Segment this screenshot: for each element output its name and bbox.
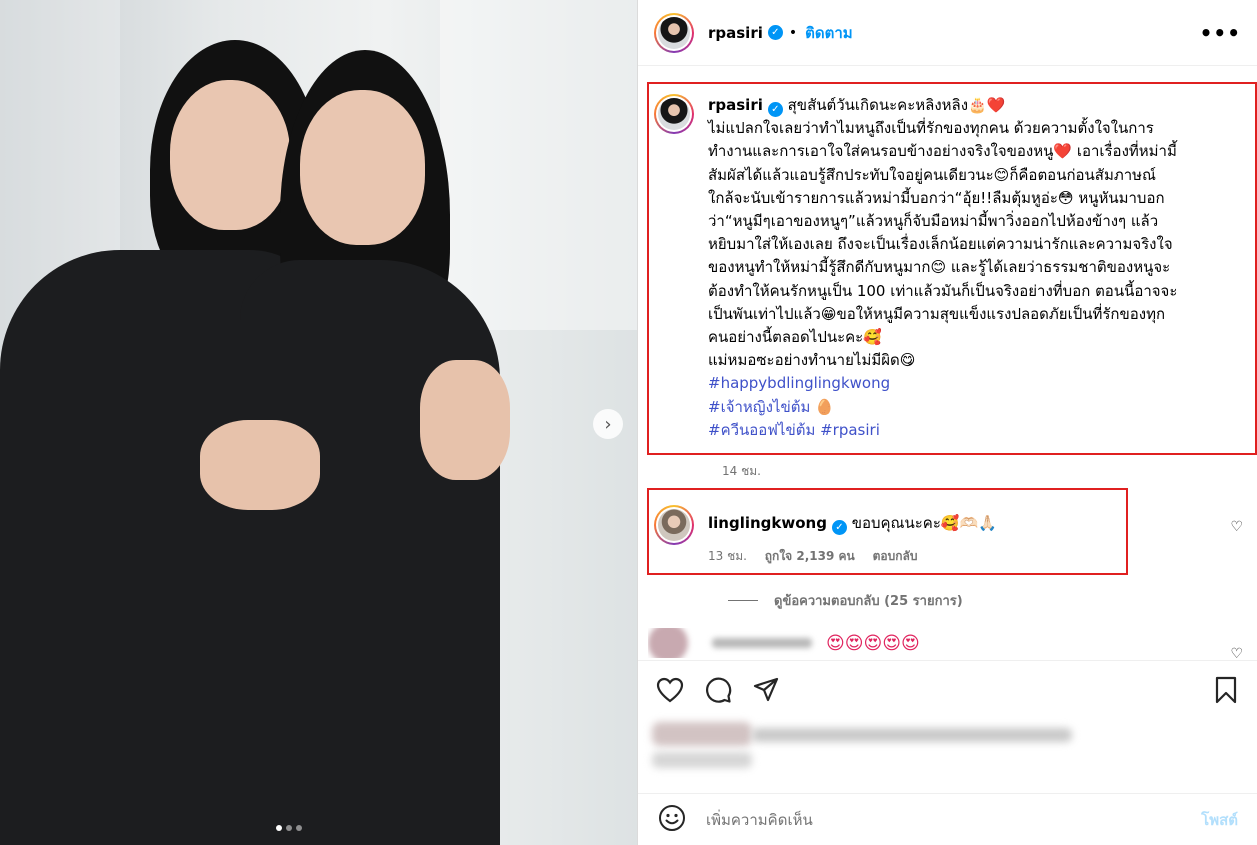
commenter-username[interactable]: linglingkwong: [708, 514, 827, 532]
comment-icon: [706, 677, 732, 703]
hashtag-link[interactable]: #ควีนออฟไข่ต้ม #rpasiri: [708, 419, 1218, 442]
commenter-avatar[interactable]: [654, 505, 694, 545]
caption-line: ต้องทำให้คนรักหนูเป็น 100 เท่าแล้วมันก็เ…: [708, 281, 1178, 300]
verified-badge-icon: ✓: [767, 25, 783, 40]
photo-figure: [170, 80, 290, 230]
comment-time[interactable]: 13 ชม.: [708, 549, 747, 563]
blurred-username: [712, 638, 812, 648]
add-comment-bar: เพิ่มความคิดเห็น โพสต์: [638, 793, 1257, 845]
caption-line: ว่า“หนูมีๆเอาของหนูๆ”แล้วหนูก็จับมือหม่า…: [708, 212, 1159, 231]
heart-icon: [656, 677, 684, 702]
verified-badge-icon: ✓: [767, 102, 783, 117]
more-options-button[interactable]: •••: [1200, 21, 1241, 45]
blurred-likes-text: [752, 728, 1072, 742]
caption-timestamp[interactable]: 14 ชม.: [722, 462, 761, 481]
comment-text: ขอบคุณนะคะ🥰🫶🏻🙏🏻: [851, 514, 997, 532]
photo-window: [440, 0, 637, 330]
emoji-picker-button[interactable]: [658, 804, 686, 836]
post-actions-bar: [638, 660, 1257, 718]
instagram-post-view: › rpasiri ✓ • ติดตาม ••• rpasiri ✓ สุขสัน…: [0, 0, 1257, 845]
caption-line: เป็นพันเท่าไปแล้ว😁ขอให้หนูมีความสุขแข็งแ…: [708, 304, 1166, 323]
caption-line: ทำงานและการเอาใจใส่คนรอบข้างอย่างจริงใจข…: [708, 142, 1177, 161]
view-replies-button[interactable]: ดูข้อความตอบกลับ (25 รายการ): [728, 590, 963, 611]
caption-author-avatar[interactable]: [654, 94, 694, 134]
blurred-avatar: [648, 628, 688, 658]
photo-figure: [240, 260, 500, 845]
comment-item-blurred: 😍😍😍😍😍: [648, 628, 1248, 658]
follow-button[interactable]: ติดตาม: [805, 21, 853, 45]
bookmark-icon: [1215, 676, 1237, 703]
view-replies-label: ดูข้อความตอบกลับ (25 รายการ): [774, 594, 963, 609]
post-side-panel: rpasiri ✓ • ติดตาม ••• rpasiri ✓ สุขสันต์…: [637, 0, 1257, 845]
comment-button[interactable]: [700, 672, 736, 708]
caption-username[interactable]: rpasiri: [708, 96, 763, 114]
share-button[interactable]: [748, 672, 784, 708]
caption-text: rpasiri ✓ สุขสันต์วันเกิดนะคะหลิงหลิง🎂❤️ …: [708, 94, 1218, 442]
post-header: rpasiri ✓ • ติดตาม •••: [638, 0, 1257, 66]
caption-line: สัมผัสได้แล้วแอบรู้สึกประทับใจอยู่คนเดีย…: [708, 165, 1156, 184]
caption-line-text: สุขสันต์วันเกิดนะคะหลิงหลิง🎂❤️: [787, 96, 1006, 114]
next-image-button[interactable]: ›: [593, 409, 623, 439]
comment-reply-button[interactable]: ตอบกลับ: [873, 549, 918, 563]
comment-like-heart-icon[interactable]: ♡: [1230, 519, 1243, 535]
photo-figure: [300, 90, 425, 245]
separator-bullet: •: [788, 24, 798, 41]
caption-line: หยิบมาใส่ให้เองเลย ถึงจะเป็นเรื่องเล็กน้…: [708, 235, 1173, 254]
blurred-date: [652, 752, 752, 768]
comment-input[interactable]: เพิ่มความคิดเห็น: [706, 808, 813, 832]
hashtag-link[interactable]: #happybdlinglingkwong: [708, 372, 1218, 395]
carousel-dot: [286, 825, 292, 831]
save-button[interactable]: [1208, 672, 1244, 708]
author-avatar[interactable]: [654, 12, 694, 53]
chevron-right-icon: ›: [604, 413, 612, 435]
comment-emojis: 😍😍😍😍😍: [826, 632, 920, 654]
blurred-likers-avatars: [652, 722, 752, 746]
like-button[interactable]: [652, 672, 688, 708]
likes-summary-blurred: [652, 722, 1092, 772]
caption-line: rpasiri ✓ สุขสันต์วันเกิดนะคะหลิงหลิง🎂❤️: [708, 94, 1218, 117]
photo-figure: [420, 360, 510, 480]
caption-line: แม่หมอซะอย่างทำนายไม่มีผิด😋: [708, 351, 916, 370]
share-icon: [753, 677, 779, 701]
caption-line: ไม่แปลกใจเลยว่าทำไมหนูถึงเป็นที่รักของทุ…: [708, 119, 1154, 138]
comment-item: linglingkwong ✓ ขอบคุณนะคะ🥰🫶🏻🙏🏻 13 ชม. ถู…: [654, 505, 1254, 566]
post-comment-button[interactable]: โพสต์: [1201, 808, 1238, 832]
comment-likes[interactable]: ถูกใจ 2,139 คน: [765, 549, 855, 563]
post-photo[interactable]: ›: [0, 0, 637, 845]
emoji-icon: [659, 804, 685, 831]
verified-badge-icon: ✓: [831, 520, 847, 535]
carousel-dot: [296, 825, 302, 831]
comment-line: linglingkwong ✓ ขอบคุณนะคะ🥰🫶🏻🙏🏻: [708, 511, 997, 535]
carousel-dot: [276, 825, 282, 831]
caption-line: ของหนูทำให้หม่ามี้รู้สึกดีกับหนูมาก😊 และ…: [708, 258, 1171, 277]
author-username[interactable]: rpasiri: [708, 24, 763, 42]
post-caption: rpasiri ✓ สุขสันต์วันเกิดนะคะหลิงหลิง🎂❤️ …: [654, 94, 1254, 442]
hashtag-link[interactable]: #เจ้าหญิงไข่ต้ม 🥚: [708, 396, 1218, 419]
caption-line: คนอย่างนี้ตลอดไปนะคะ🥰: [708, 328, 882, 347]
photo-figure: [200, 420, 320, 510]
replies-dash: [728, 600, 758, 601]
comment-meta: 13 ชม. ถูกใจ 2,139 คน ตอบกลับ: [708, 547, 997, 566]
caption-line: ใกล้จะนับเข้ารายการแล้วหม่ามี้บอกว่า“อุ้…: [708, 188, 1165, 207]
carousel-indicator: [276, 825, 302, 831]
